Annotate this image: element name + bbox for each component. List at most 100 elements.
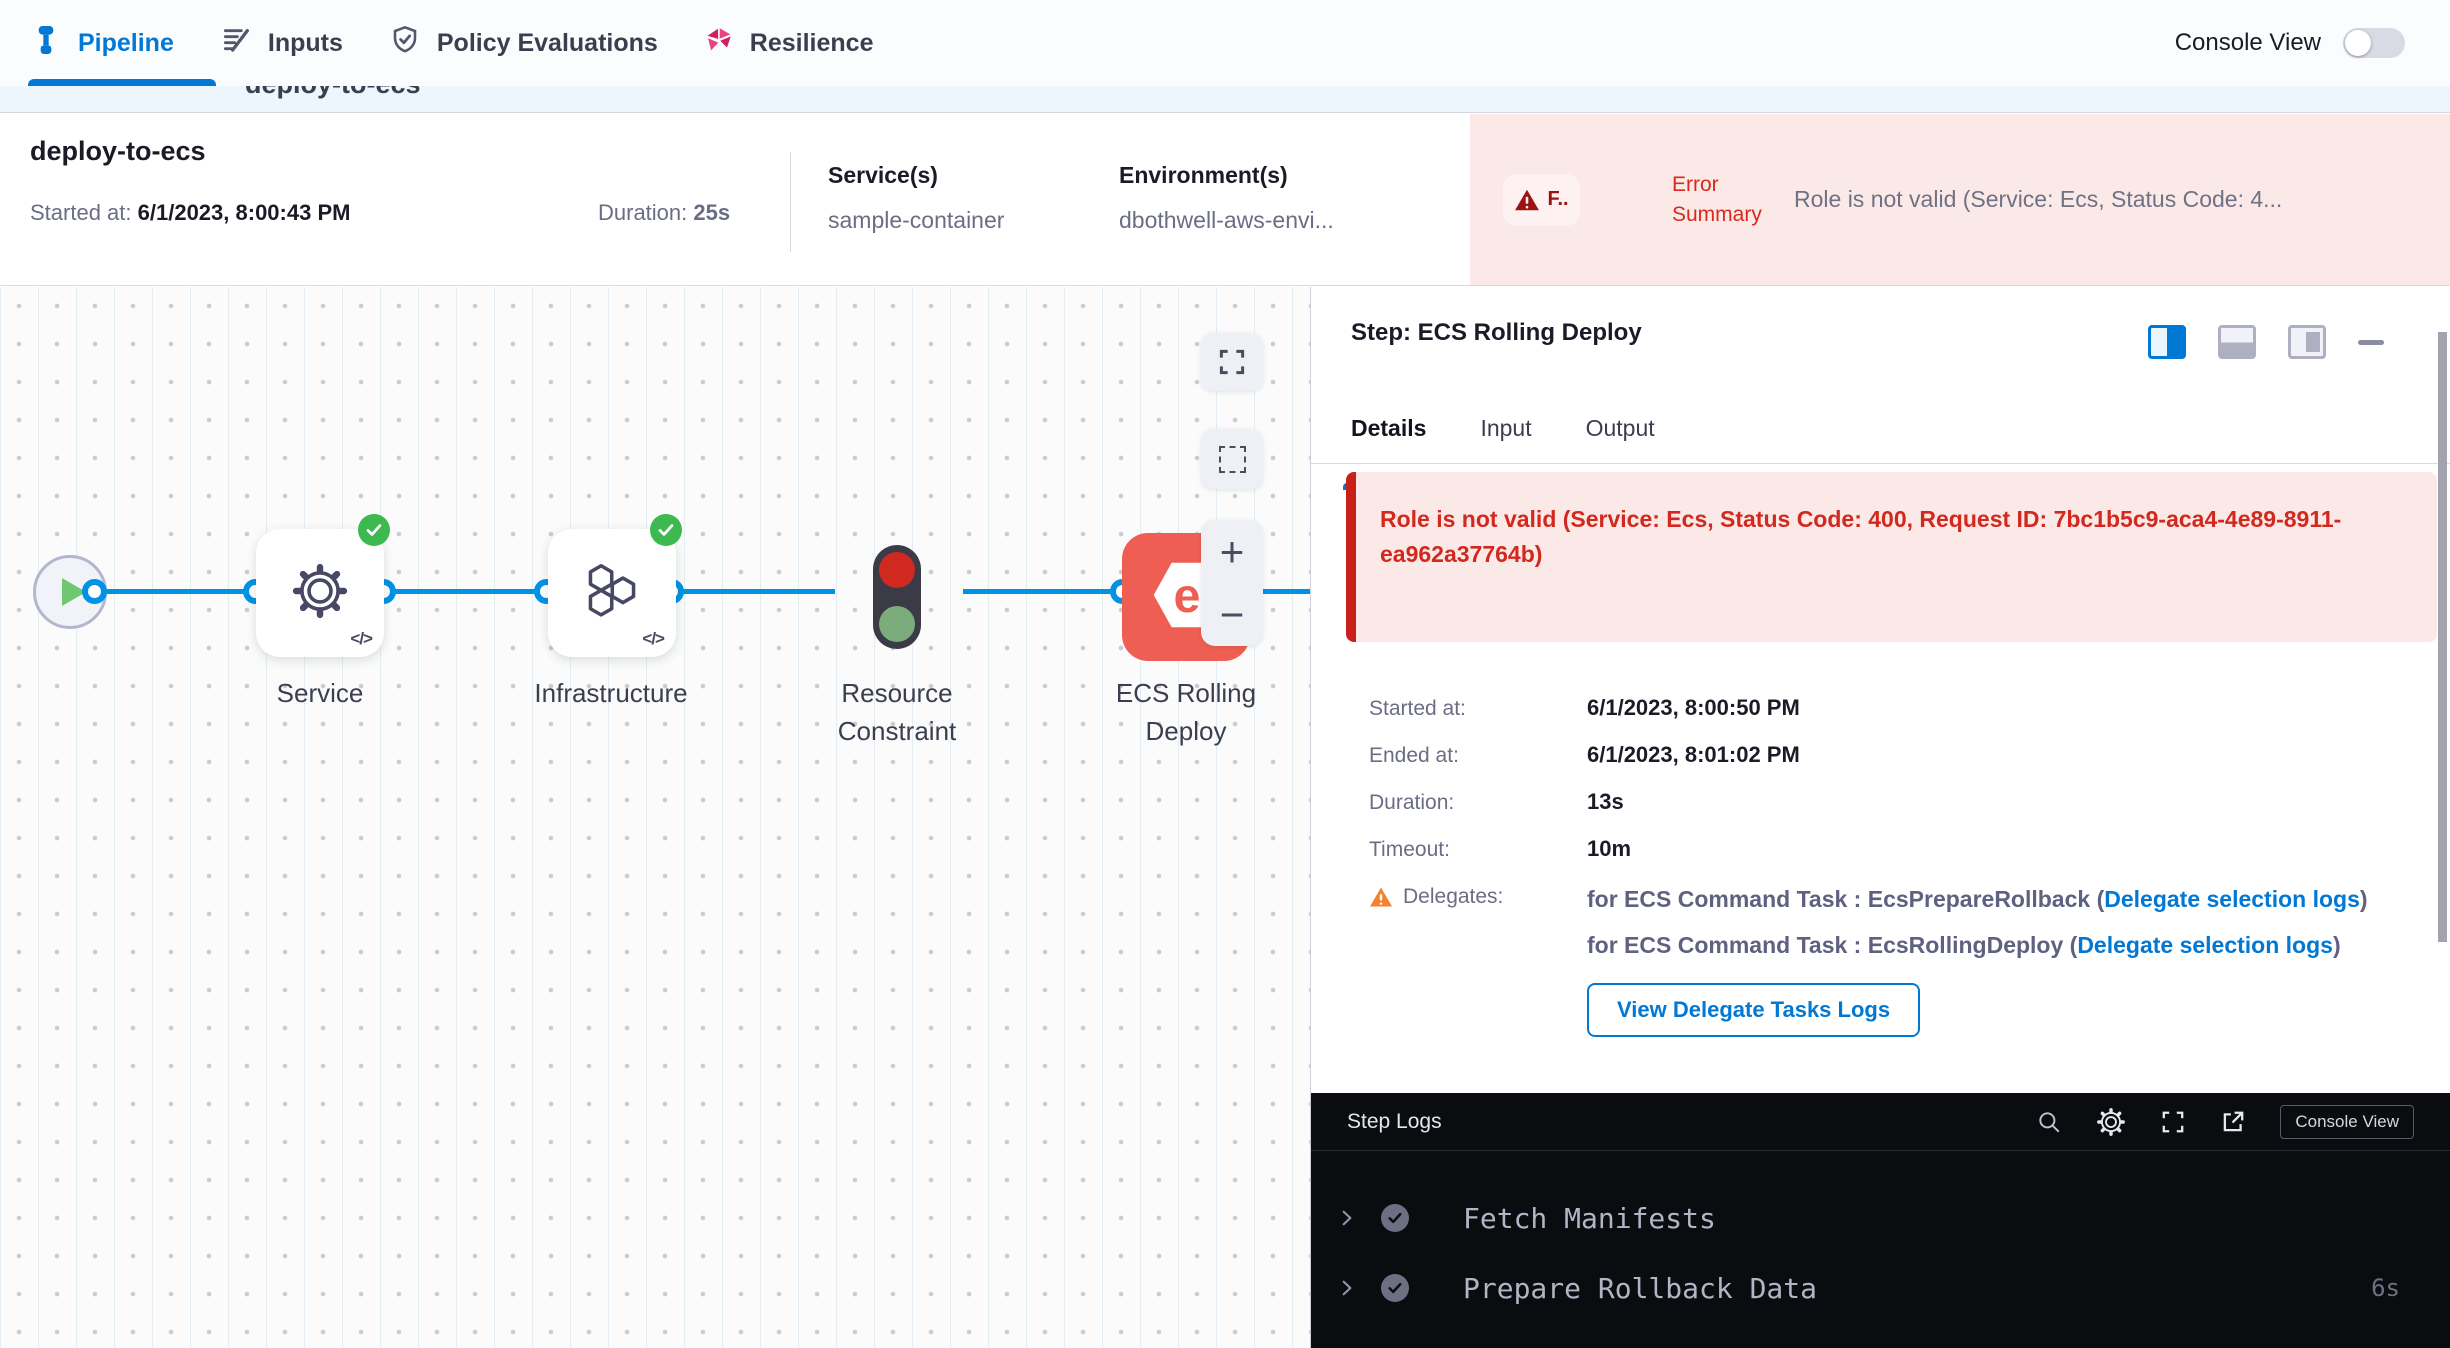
node-infrastructure[interactable]: </>	[548, 529, 676, 657]
delegate-entry: for ECS Command Task : EcsPrepareRollbac…	[1587, 883, 2368, 915]
tab-output[interactable]: Output	[1586, 415, 1655, 463]
open-in-new-tab-icon[interactable]	[2220, 1109, 2246, 1135]
tab-label: Resilience	[750, 29, 874, 58]
clipped-pipeline-name: deploy-to-ecs	[245, 86, 421, 100]
success-check-badge	[650, 514, 682, 546]
delegate-selection-logs-link[interactable]: Delegate selection logs	[2077, 932, 2333, 958]
error-summary-value: Role is not valid (Service: Ecs, Status …	[1794, 186, 2450, 213]
view-delegate-tasks-logs-button[interactable]: View Delegate Tasks Logs	[1587, 983, 1920, 1037]
layout-bottom-panel-button[interactable]	[2218, 325, 2256, 359]
inputs-icon	[220, 24, 252, 63]
gear-icon	[289, 560, 351, 627]
detail-row-started: Started at: 6/1/2023, 8:00:50 PM	[1369, 695, 2410, 721]
success-check-badge	[358, 514, 390, 546]
detail-label: Started at:	[1369, 695, 1587, 721]
log-search-icon[interactable]	[2036, 1109, 2062, 1135]
log-settings-gear-icon[interactable]	[2096, 1107, 2126, 1137]
tab-inputs[interactable]: Inputs	[220, 24, 343, 63]
detail-label: Duration:	[1369, 789, 1587, 815]
log-step-name: Prepare Rollback Data	[1463, 1272, 1817, 1305]
step-error-message: Role is not valid (Service: Ecs, Status …	[1346, 472, 2437, 642]
tab-label: Pipeline	[78, 29, 174, 58]
tab-label: Policy Evaluations	[437, 29, 658, 58]
canvas-marquee-select-button[interactable]	[1201, 429, 1263, 489]
detail-row-delegates: Delegates: for ECS Command Task : EcsPre…	[1369, 883, 2410, 1037]
tab-pipeline[interactable]: Pipeline	[30, 24, 174, 63]
node-resource-constraint[interactable]	[873, 545, 921, 649]
detail-value: 6/1/2023, 8:00:50 PM	[1587, 695, 1800, 721]
log-success-check-icon	[1381, 1274, 1409, 1302]
pipeline-canvas[interactable]: </> </> e	[0, 287, 1310, 1348]
logs-console-view-button[interactable]: Console View	[2280, 1105, 2414, 1139]
layout-right-panel-button[interactable]	[2148, 325, 2186, 359]
minimize-panel-button[interactable]	[2358, 340, 2384, 345]
step-panel-title: Step: ECS Rolling Deploy	[1351, 319, 1642, 347]
step-logs-actions: Console View	[2036, 1105, 2414, 1139]
step-logs-header: Step Logs	[1311, 1093, 2450, 1151]
breadcrumb-strip: deploy-to-ecs	[0, 86, 2450, 113]
environments-value[interactable]: dbothwell-aws-envi...	[1119, 207, 1334, 234]
connector-port	[82, 579, 107, 604]
warning-triangle-icon	[1514, 188, 1540, 212]
console-view-toggle[interactable]	[2343, 28, 2405, 58]
status-badge-label: F..	[1547, 188, 1568, 211]
resilience-pinwheel-icon	[704, 25, 734, 62]
connector-edge	[100, 589, 835, 594]
toggle-knob	[2345, 30, 2371, 56]
delegate-task-text: for ECS Command Task : EcsRollingDeploy …	[1587, 932, 2077, 958]
started-label: Started at:	[30, 200, 132, 225]
detail-row-ended: Ended at: 6/1/2023, 8:01:02 PM	[1369, 742, 2410, 768]
tab-policy-evaluations[interactable]: Policy Evaluations	[389, 24, 658, 63]
panel-scrollbar-thumb[interactable]	[2438, 332, 2447, 942]
started-value: 6/1/2023, 8:00:43 PM	[138, 200, 351, 225]
node-label-service: Service	[210, 675, 430, 713]
zoom-out-button[interactable]: −	[1201, 583, 1263, 646]
pipeline-name: deploy-to-ecs	[30, 136, 206, 167]
marquee-select-icon	[1219, 446, 1246, 473]
tab-resilience[interactable]: Resilience	[704, 25, 874, 62]
tab-input[interactable]: Input	[1480, 415, 1531, 463]
environments-label: Environment(s)	[1119, 162, 1334, 189]
delegates-value: for ECS Command Task : EcsPrepareRollbac…	[1587, 883, 2368, 1037]
traffic-light-green	[879, 606, 915, 642]
canvas-zoom-controls: + −	[1201, 520, 1263, 646]
delegate-task-text: )	[2360, 886, 2368, 912]
detail-row-duration: Duration: 13s	[1369, 789, 2410, 815]
node-label-ecs-rolling-deploy: ECS Rolling Deploy	[1076, 675, 1296, 750]
detail-row-timeout: Timeout: 10m	[1369, 836, 2410, 862]
log-row-fetch-manifests[interactable]: Fetch Manifests	[1311, 1183, 2450, 1253]
step-logs-body: Fetch Manifests Prepare Rollback Data 6s	[1311, 1151, 2450, 1323]
pipeline-icon	[30, 24, 62, 63]
step-details-list: Started at: 6/1/2023, 8:00:50 PM Ended a…	[1369, 695, 2410, 1058]
canvas-fullscreen-button[interactable]	[1201, 333, 1263, 391]
detail-label: Timeout:	[1369, 836, 1587, 862]
topbar-right: Console View	[2175, 28, 2405, 58]
top-tab-bar: Pipeline Inputs Policy Evaluations	[0, 0, 2450, 86]
detail-label: Ended at:	[1369, 742, 1587, 768]
zoom-in-button[interactable]: +	[1201, 520, 1263, 583]
chevron-right-icon[interactable]	[1337, 1278, 1357, 1298]
delegate-selection-logs-link[interactable]: Delegate selection logs	[2104, 886, 2360, 912]
delegates-label-wrap: Delegates:	[1369, 883, 1587, 909]
delegate-entry: for ECS Command Task : EcsRollingDeploy …	[1587, 929, 2368, 961]
node-label-resource-constraint: Resource Constraint	[787, 675, 1007, 750]
layout-floating-panel-button[interactable]	[2288, 325, 2326, 359]
delegate-task-text: for ECS Command Task : EcsPrepareRollbac…	[1587, 886, 2104, 912]
log-row-prepare-rollback-data[interactable]: Prepare Rollback Data 6s	[1311, 1253, 2450, 1323]
services-label: Service(s)	[828, 162, 1004, 189]
log-step-duration: 6s	[2371, 1274, 2400, 1302]
log-fullscreen-icon[interactable]	[2160, 1109, 2186, 1135]
active-tab-indicator	[28, 79, 216, 86]
code-icon: </>	[350, 629, 372, 649]
step-logs-title: Step Logs	[1347, 1110, 1442, 1134]
tab-details[interactable]: Details	[1351, 415, 1426, 463]
log-step-name: Fetch Manifests	[1463, 1202, 1716, 1235]
step-logs-section: Step Logs	[1311, 1093, 2450, 1348]
node-service[interactable]: </>	[256, 529, 384, 657]
duration: Duration: 25s	[598, 200, 730, 226]
tab-label: Inputs	[268, 29, 343, 58]
chevron-right-icon[interactable]	[1337, 1208, 1357, 1228]
services-column: Service(s) sample-container	[828, 162, 1004, 234]
services-value[interactable]: sample-container	[828, 207, 1004, 234]
warning-triangle-icon	[1369, 886, 1393, 908]
